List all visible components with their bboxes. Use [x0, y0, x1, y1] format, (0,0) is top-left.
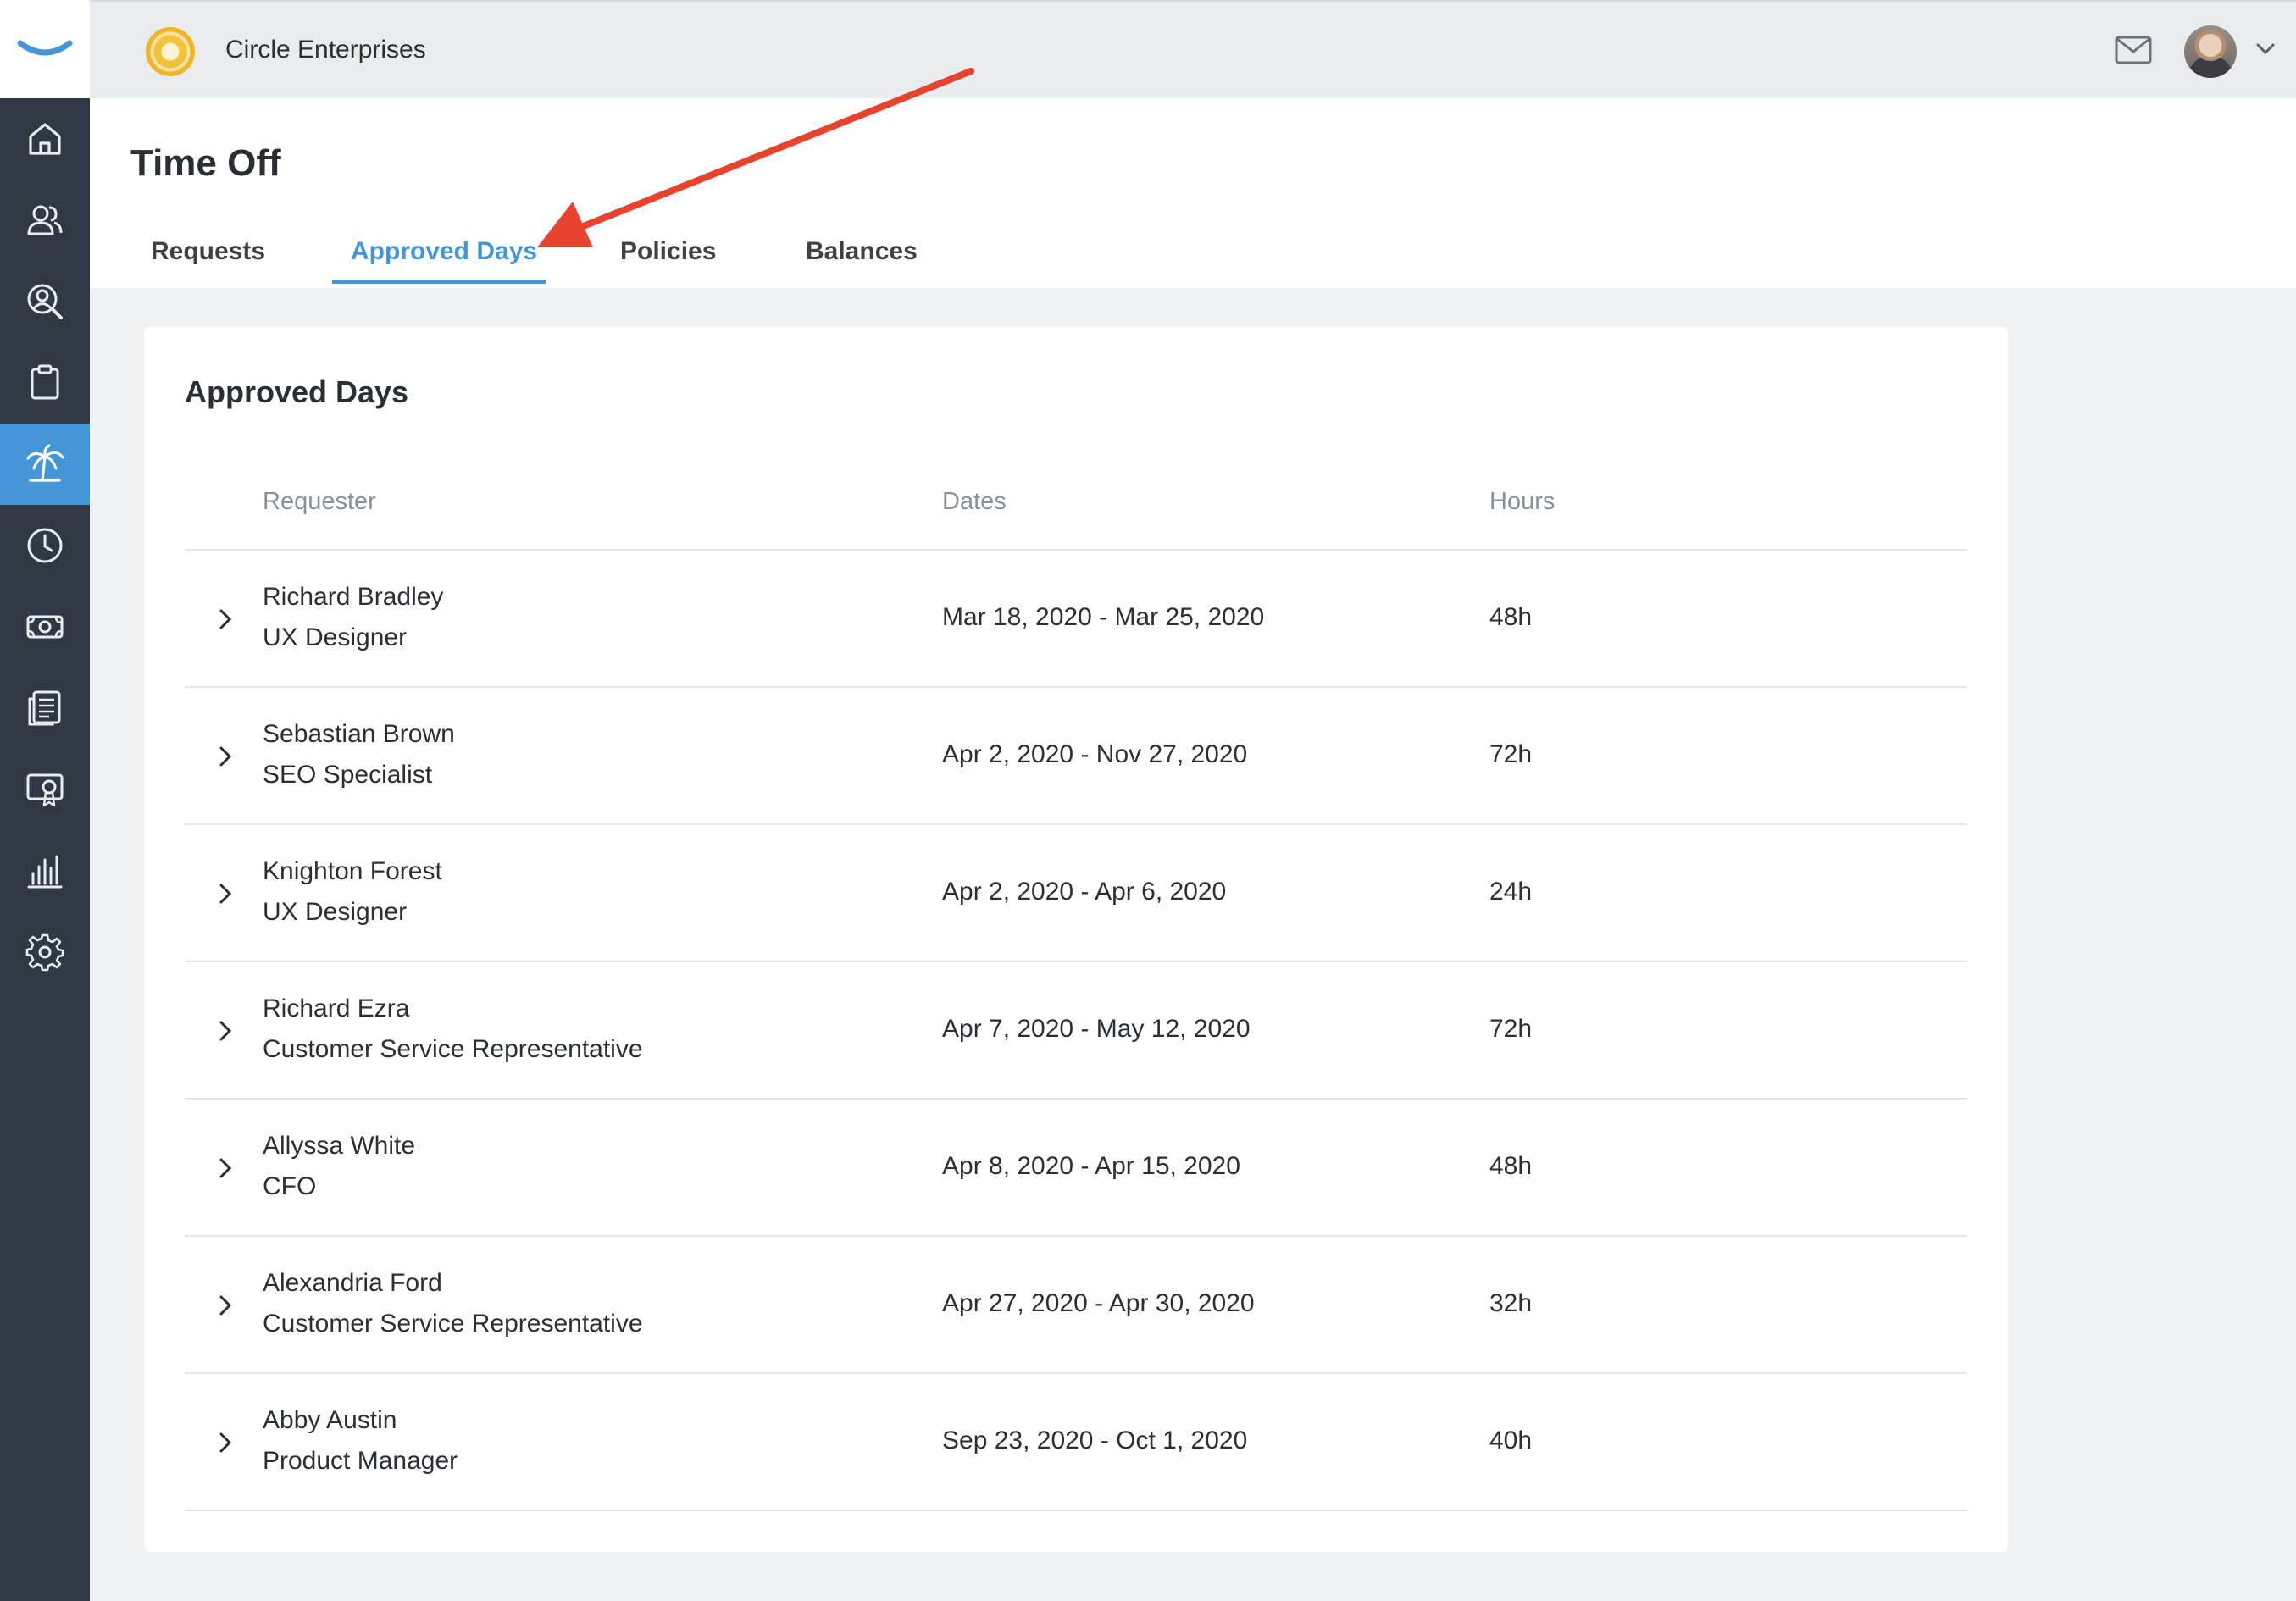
annotation-arrow-icon — [537, 68, 974, 247]
